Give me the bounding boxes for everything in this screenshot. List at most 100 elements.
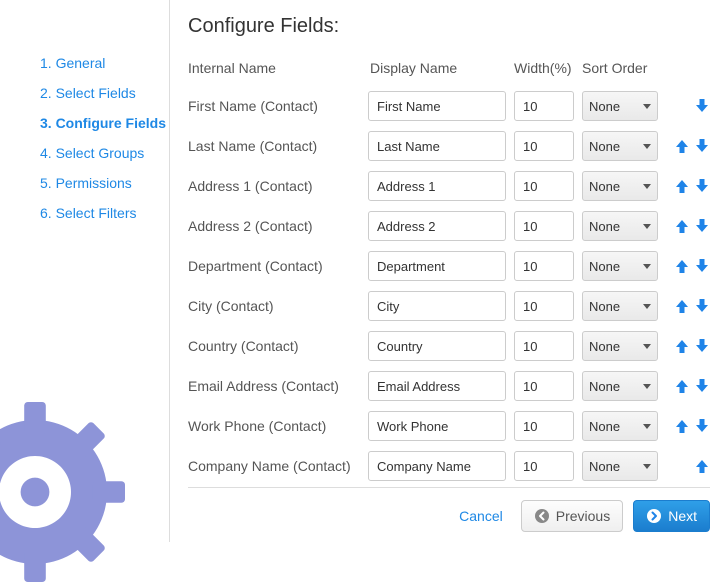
chevron-down-icon	[643, 424, 651, 429]
width-input[interactable]	[514, 91, 574, 121]
sort-order-select[interactable]: None	[582, 331, 658, 361]
move-down-button[interactable]	[694, 257, 710, 275]
gear-icon	[0, 402, 125, 582]
width-input[interactable]	[514, 331, 574, 361]
field-row: Work Phone (Contact) None	[188, 406, 710, 446]
move-down-button[interactable]	[694, 377, 710, 395]
move-down-button[interactable]	[694, 97, 710, 115]
field-row: Email Address (Contact) None	[188, 366, 710, 406]
display-name-input[interactable]	[368, 331, 506, 361]
move-up-button[interactable]	[674, 137, 690, 155]
sort-order-select[interactable]: None	[582, 251, 658, 281]
column-headers: Internal Name Display Name Width(%) Sort…	[188, 54, 710, 82]
sort-order-value: None	[589, 339, 620, 354]
previous-button[interactable]: Previous	[521, 500, 623, 532]
internal-name-label: Address 1 (Contact)	[188, 178, 368, 194]
sort-order-select[interactable]: None	[582, 211, 658, 241]
display-name-input[interactable]	[368, 291, 506, 321]
sort-order-value: None	[589, 99, 620, 114]
cancel-link[interactable]: Cancel	[459, 508, 503, 524]
field-row: Company Name (Contact)None	[188, 446, 710, 486]
display-name-input[interactable]	[368, 451, 506, 481]
sort-order-select[interactable]: None	[582, 131, 658, 161]
move-down-button[interactable]	[694, 337, 710, 355]
nav-step-5[interactable]: 5. Permissions	[40, 175, 169, 191]
sort-order-value: None	[589, 219, 620, 234]
sort-order-select[interactable]: None	[582, 91, 658, 121]
arrow-left-circle-icon	[534, 508, 550, 524]
move-down-button[interactable]	[694, 137, 710, 155]
move-down-button[interactable]	[694, 177, 710, 195]
display-name-input[interactable]	[368, 171, 506, 201]
sort-order-select[interactable]: None	[582, 171, 658, 201]
field-row: Department (Contact) None	[188, 246, 710, 286]
chevron-down-icon	[643, 104, 651, 109]
nav-step-6[interactable]: 6. Select Filters	[40, 205, 169, 221]
field-row: Last Name (Contact) None	[188, 126, 710, 166]
width-input[interactable]	[514, 371, 574, 401]
header-internal-name: Internal Name	[188, 60, 368, 76]
sort-order-value: None	[589, 139, 620, 154]
internal-name-label: Work Phone (Contact)	[188, 418, 368, 434]
sort-order-select[interactable]: None	[582, 291, 658, 321]
display-name-input[interactable]	[368, 91, 506, 121]
nav-step-2[interactable]: 2. Select Fields	[40, 85, 169, 101]
internal-name-label: Department (Contact)	[188, 258, 368, 274]
chevron-down-icon	[643, 384, 651, 389]
chevron-down-icon	[643, 464, 651, 469]
internal-name-label: Country (Contact)	[188, 338, 368, 354]
move-up-button[interactable]	[674, 417, 690, 435]
field-row: First Name (Contact) None	[188, 86, 710, 126]
chevron-down-icon	[643, 344, 651, 349]
move-up-button[interactable]	[674, 257, 690, 275]
nav-step-3[interactable]: 3. Configure Fields	[40, 115, 169, 131]
internal-name-label: City (Contact)	[188, 298, 368, 314]
internal-name-label: Address 2 (Contact)	[188, 218, 368, 234]
nav-step-1[interactable]: 1. General	[40, 55, 169, 71]
next-button[interactable]: Next	[633, 500, 710, 532]
field-row: Country (Contact) None	[188, 326, 710, 366]
internal-name-label: Email Address (Contact)	[188, 378, 368, 394]
width-input[interactable]	[514, 451, 574, 481]
move-down-button[interactable]	[694, 297, 710, 315]
move-up-button[interactable]	[694, 457, 710, 475]
move-down-button[interactable]	[694, 217, 710, 235]
internal-name-label: First Name (Contact)	[188, 98, 368, 114]
display-name-input[interactable]	[368, 251, 506, 281]
move-up-button[interactable]	[674, 377, 690, 395]
width-input[interactable]	[514, 411, 574, 441]
chevron-down-icon	[643, 184, 651, 189]
width-input[interactable]	[514, 131, 574, 161]
wizard-sidebar: 1. General 2. Select Fields 3. Configure F…	[0, 0, 169, 542]
move-up-button[interactable]	[674, 297, 690, 315]
sort-order-value: None	[589, 419, 620, 434]
header-display-name: Display Name	[368, 60, 506, 76]
width-input[interactable]	[514, 211, 574, 241]
sort-order-select[interactable]: None	[582, 411, 658, 441]
nav-step-4[interactable]: 4. Select Groups	[40, 145, 169, 161]
display-name-input[interactable]	[368, 411, 506, 441]
arrow-right-circle-icon	[646, 508, 662, 524]
field-row: City (Contact) None	[188, 286, 710, 326]
display-name-input[interactable]	[368, 211, 506, 241]
previous-label: Previous	[556, 508, 610, 524]
move-up-button[interactable]	[674, 217, 690, 235]
header-sort-order: Sort Order	[582, 60, 658, 76]
move-up-button[interactable]	[674, 177, 690, 195]
chevron-down-icon	[643, 224, 651, 229]
page-title: Configure Fields:	[188, 15, 710, 38]
display-name-input[interactable]	[368, 371, 506, 401]
width-input[interactable]	[514, 171, 574, 201]
move-up-button[interactable]	[674, 337, 690, 355]
wizard-footer: Cancel Previous Next	[188, 487, 710, 532]
width-input[interactable]	[514, 251, 574, 281]
width-input[interactable]	[514, 291, 574, 321]
sort-order-value: None	[589, 179, 620, 194]
display-name-input[interactable]	[368, 131, 506, 161]
internal-name-label: Last Name (Contact)	[188, 138, 368, 154]
chevron-down-icon	[643, 144, 651, 149]
configure-fields-panel: Configure Fields: Internal Name Display …	[169, 0, 720, 542]
sort-order-select[interactable]: None	[582, 451, 658, 481]
move-down-button[interactable]	[694, 417, 710, 435]
sort-order-select[interactable]: None	[582, 371, 658, 401]
